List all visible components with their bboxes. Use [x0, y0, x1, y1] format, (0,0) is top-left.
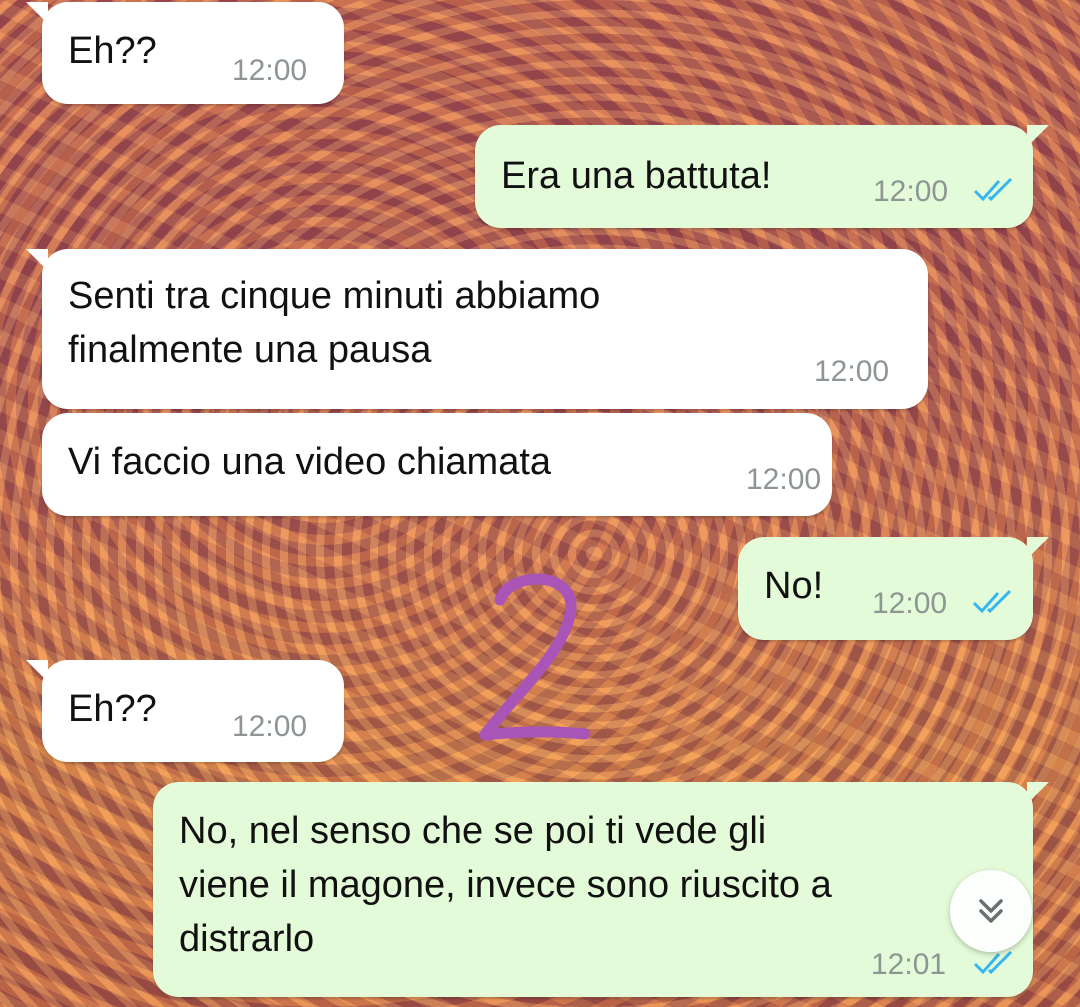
message-time: 12:00 [232, 710, 308, 743]
message-incoming[interactable]: Eh?? 12:00 [26, 660, 344, 762]
double-chevron-down-icon [979, 899, 1003, 923]
double-check-icon [972, 589, 1012, 614]
message-text: Senti tra cinque minuti abbiamo finalmen… [68, 275, 601, 371]
message-text: Vi faccio una video chiamata [68, 441, 552, 483]
message-incoming[interactable]: Eh?? 12:00 [26, 2, 344, 104]
message-time: 12:00 [814, 355, 890, 388]
message-text: Eh?? [68, 688, 157, 730]
message-text: Era una battuta! [501, 155, 772, 197]
message-time: 12:00 [873, 175, 949, 208]
double-check-icon [973, 177, 1013, 202]
message-text: No! [764, 565, 824, 607]
message-time: 12:01 [871, 948, 947, 981]
handwritten-number-annotation [479, 573, 591, 741]
message-text: Eh?? [68, 30, 157, 72]
message-time: 12:00 [232, 54, 308, 87]
message-incoming[interactable]: Senti tra cinque minuti abbiamo finalmen… [26, 249, 928, 409]
double-check-icon [973, 950, 1013, 975]
message-outgoing[interactable]: Era una battuta! 12:00 [475, 125, 1049, 228]
message-text: No, nel senso che se poi ti vede gli vie… [179, 810, 832, 960]
message-outgoing[interactable]: No! 12:00 [738, 537, 1049, 640]
message-time: 12:00 [872, 587, 948, 620]
message-incoming[interactable]: Vi faccio una video chiamata 12:00 [42, 413, 832, 516]
message-outgoing[interactable]: No, nel senso che se poi ti vede gli vie… [153, 782, 1049, 997]
scroll-to-bottom-button[interactable] [950, 870, 1032, 952]
message-time: 12:00 [746, 463, 822, 496]
